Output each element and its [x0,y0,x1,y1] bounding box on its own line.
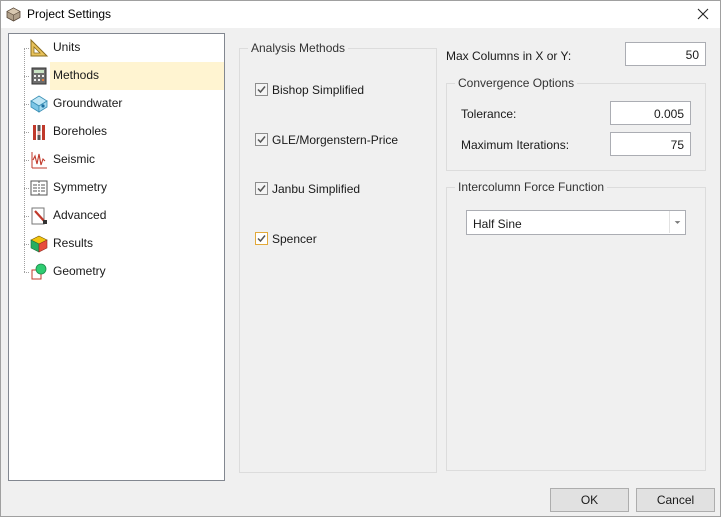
tree-item-label: Units [53,40,81,54]
tree-item-seismic[interactable]: Seismic [9,146,224,174]
tree-item-units[interactable]: Units [9,34,224,62]
max-iterations-field[interactable]: 75 [610,132,691,156]
ruler-triangle-icon [30,38,49,57]
max-columns-field[interactable]: 50 [625,42,706,66]
calculator-icon [31,67,47,85]
checkbox-label: GLE/Morgenstern-Price [272,133,399,147]
convergence-options-group: Convergence Options Tolerance: 0.005 Max… [446,76,706,171]
tree-item-advanced[interactable]: Advanced [9,202,224,230]
max-columns-label: Max Columns in X or Y: [446,49,572,63]
intercolumn-force-group: Intercolumn Force Function Half Sine [446,180,706,471]
settings-tree: Units Methods Groundwater Boreholes Seis… [8,33,225,481]
checkmark-icon [257,86,266,94]
close-icon[interactable] [692,4,714,24]
checkmark-icon [257,136,266,144]
ok-button[interactable]: OK [550,488,629,512]
tree-item-results[interactable]: Results [9,230,224,258]
max-iterations-label: Maximum Iterations: [461,138,570,152]
tree-item-label: Symmetry [53,180,107,194]
checkbox-box[interactable] [255,133,268,146]
chevron-down-icon[interactable] [669,211,685,233]
window-title: Project Settings [27,7,112,21]
borehole-icon [33,125,45,140]
tree-item-boreholes[interactable]: Boreholes [9,118,224,146]
checkbox-box[interactable] [255,83,268,96]
results-cube-icon [30,235,48,253]
checkbox-box[interactable] [255,232,268,245]
geometry-icon [31,263,47,280]
project-settings-dialog: Project Settings Units Methods Groundwat… [0,0,721,517]
checkbox-label: Spencer [272,232,317,246]
advanced-tools-icon [31,207,47,225]
checkbox-label: Bishop Simplified [272,83,365,97]
intercolumn-force-dropdown[interactable]: Half Sine [466,210,686,235]
checkmark-icon [257,185,266,193]
tolerance-field[interactable]: 0.005 [610,101,691,125]
title-bar: Project Settings [1,1,720,28]
cancel-button[interactable]: Cancel [636,488,715,512]
group-title: Intercolumn Force Function [455,180,608,194]
seismic-wave-icon [31,152,47,169]
bishop-simplified-checkbox[interactable]: Bishop Simplified [255,82,385,98]
symmetry-icon [30,180,48,196]
checkbox-label: Janbu Simplified [272,182,361,196]
tree-item-label: Results [53,236,94,250]
analysis-methods-group: Analysis Methods Bishop Simplified GLE/M… [239,41,437,473]
tree-item-label: Boreholes [53,124,108,138]
janbu-simplified-checkbox[interactable]: Janbu Simplified [255,181,385,197]
tolerance-label: Tolerance: [461,107,517,121]
water-drops-icon [30,95,48,113]
checkbox-box[interactable] [255,182,268,195]
gle-morgenstern-price-checkbox[interactable]: GLE/Morgenstern-Price [255,132,415,148]
spencer-checkbox[interactable]: Spencer [255,231,355,247]
group-title: Convergence Options [455,76,578,90]
tree-item-methods[interactable]: Methods [9,62,224,90]
tree-item-label: Seismic [53,152,96,166]
dropdown-value: Half Sine [473,217,522,231]
tree-item-label: Methods [53,68,100,82]
group-title: Analysis Methods [248,41,349,55]
tree-item-geometry[interactable]: Geometry [9,258,224,286]
tree-item-symmetry[interactable]: Symmetry [9,174,224,202]
tree-item-groundwater[interactable]: Groundwater [9,90,224,118]
tree-item-label: Advanced [53,208,107,222]
tree-item-label: Groundwater [53,96,123,110]
app-icon [6,7,21,22]
checkmark-icon [257,235,266,243]
tree-item-label: Geometry [53,264,106,278]
